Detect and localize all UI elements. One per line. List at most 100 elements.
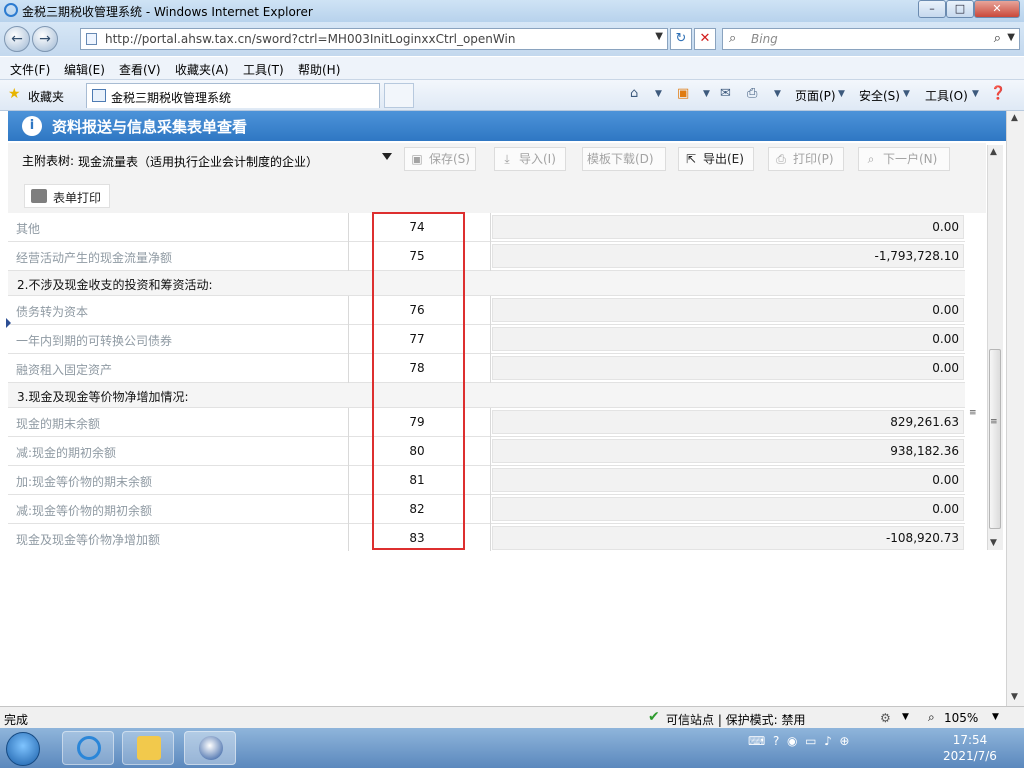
keyboard-icon[interactable]: ⌨ bbox=[748, 734, 765, 748]
amount-field[interactable]: 938,182.36 bbox=[492, 439, 964, 463]
table-scrollbar[interactable]: ▲ ≡ ▼ bbox=[987, 145, 1003, 550]
splitter-arrow-icon[interactable] bbox=[6, 318, 11, 328]
scroll-up-icon[interactable]: ▲ bbox=[1011, 113, 1018, 123]
stop-button[interactable]: ✕ bbox=[694, 28, 716, 50]
save-button[interactable]: ▣ 保存(S) bbox=[404, 147, 476, 171]
star-icon[interactable]: ★ bbox=[8, 86, 21, 102]
taskbar-explorer[interactable] bbox=[122, 731, 174, 765]
form-print-bar: 表单打印 bbox=[8, 181, 986, 213]
amount-field[interactable]: 829,261.63 bbox=[492, 410, 964, 434]
item-name: 其他 bbox=[16, 222, 41, 236]
minimize-button[interactable]: – bbox=[918, 0, 946, 18]
column-divider bbox=[490, 213, 491, 242]
url-field[interactable]: http://portal.ahsw.tax.cn/sword?ctrl=MH0… bbox=[80, 28, 668, 50]
amount-field[interactable]: 0.00 bbox=[492, 298, 964, 322]
form-print-button[interactable]: 表单打印 bbox=[24, 184, 110, 208]
app-icon bbox=[199, 736, 223, 760]
add-icon[interactable]: ⊕ bbox=[839, 734, 849, 748]
favorites-button[interactable]: 收藏夹 bbox=[28, 88, 64, 105]
column-divider bbox=[490, 524, 491, 551]
chevron-down-icon[interactable]: ▼ bbox=[902, 712, 909, 722]
volume-icon[interactable]: ♪ bbox=[824, 734, 832, 748]
table-row: 减:现金等价物的期初余额 82 0.00 bbox=[8, 495, 965, 524]
amount-field[interactable]: 0.00 bbox=[492, 215, 964, 239]
amount-field[interactable]: 0.00 bbox=[492, 497, 964, 521]
next-account-button[interactable]: ⌕ 下一户(N) bbox=[858, 147, 950, 171]
column-divider bbox=[490, 242, 491, 271]
chevron-down-icon[interactable]: ▼ bbox=[655, 89, 662, 99]
template-download-button[interactable]: 模板下载(D) bbox=[582, 147, 666, 171]
chevron-down-icon[interactable]: ▼ bbox=[903, 89, 910, 99]
amount-field[interactable]: 0.00 bbox=[492, 327, 964, 351]
forward-button[interactable]: → bbox=[32, 26, 58, 52]
start-button[interactable] bbox=[6, 732, 40, 766]
help-icon[interactable]: ? bbox=[773, 734, 779, 748]
scroll-down-icon[interactable]: ▼ bbox=[1011, 692, 1018, 702]
scroll-up-icon[interactable]: ▲ bbox=[990, 147, 997, 157]
new-tab-button[interactable] bbox=[384, 83, 414, 108]
chevron-down-icon[interactable]: ▼ bbox=[838, 89, 845, 99]
status-bar: 完成 ✔ 可信站点 | 保护模式: 禁用 ⚙ ▼ ⌕ 105% ▼ bbox=[0, 706, 1024, 729]
info-icon: i bbox=[22, 116, 42, 136]
monitor-icon[interactable]: ▭ bbox=[805, 734, 816, 748]
amount-field[interactable]: -1,793,728.10 bbox=[492, 244, 964, 268]
tab-active[interactable]: 金税三期税收管理系统 bbox=[86, 83, 380, 108]
line-number: 83 bbox=[409, 531, 425, 545]
item-name: 加:现金等价物的期末余额 bbox=[16, 475, 153, 489]
scroll-down-icon[interactable]: ▼ bbox=[990, 538, 997, 548]
scroll-thumb[interactable] bbox=[989, 349, 1001, 529]
window-title-bar: 金税三期税收管理系统 - Windows Internet Explorer –… bbox=[0, 0, 1024, 22]
search-go-icon[interactable]: ⌕ bbox=[994, 31, 1001, 46]
maximize-button[interactable]: □ bbox=[946, 0, 974, 18]
import-button[interactable]: ⤓ 导入(I) bbox=[494, 147, 566, 171]
search-input[interactable]: ⌕ Bing ⌕ ▼ bbox=[722, 28, 1020, 50]
home-icon[interactable]: ⌂ bbox=[630, 86, 638, 101]
network-icon[interactable]: ◉ bbox=[787, 734, 797, 748]
taskbar-ie[interactable] bbox=[62, 731, 114, 765]
chevron-down-icon[interactable]: ▼ bbox=[703, 89, 710, 99]
line-number: 81 bbox=[409, 473, 425, 487]
url-text: http://portal.ahsw.tax.cn/sword?ctrl=MH0… bbox=[105, 32, 516, 46]
menu-help[interactable]: 帮助(H) bbox=[298, 61, 340, 78]
taskbar-app[interactable] bbox=[184, 731, 236, 765]
column-divider bbox=[348, 213, 349, 242]
menu-file[interactable]: 文件(F) bbox=[10, 61, 50, 78]
table-row: 其他 74 0.00 bbox=[8, 213, 965, 242]
page-menu[interactable]: 页面(P) bbox=[795, 87, 836, 104]
amount-field[interactable]: 0.00 bbox=[492, 468, 964, 492]
refresh-button[interactable]: ↻ bbox=[670, 28, 692, 50]
settings-icon[interactable]: ⚙ bbox=[880, 711, 891, 725]
zoom-level[interactable]: 105% bbox=[944, 711, 978, 725]
chevron-down-icon[interactable]: ▼ bbox=[1007, 32, 1015, 43]
chevron-down-icon[interactable] bbox=[382, 153, 392, 160]
clock[interactable]: 17:54 2021/7/6 bbox=[930, 732, 1010, 764]
help-icon[interactable]: ❓ bbox=[990, 86, 1006, 101]
menu-view[interactable]: 查看(V) bbox=[119, 61, 161, 78]
amount-field[interactable]: -108,920.73 bbox=[492, 526, 964, 550]
safety-menu[interactable]: 安全(S) bbox=[859, 87, 900, 104]
print-button[interactable]: ⎙ 打印(P) bbox=[768, 147, 844, 171]
panel-header: i 资料报送与信息采集表单查看 bbox=[8, 111, 1006, 141]
amount-field[interactable]: 0.00 bbox=[492, 356, 964, 380]
section-title: 3.现金及现金等价物净增加情况: bbox=[17, 390, 189, 404]
tools-menu[interactable]: 工具(O) bbox=[925, 87, 968, 104]
security-zone[interactable]: 可信站点 | 保护模式: 禁用 bbox=[666, 711, 806, 728]
chevron-down-icon[interactable]: ▼ bbox=[774, 89, 781, 99]
chevron-down-icon[interactable]: ▼ bbox=[992, 712, 999, 722]
print-icon[interactable]: ⎙ bbox=[747, 86, 757, 101]
mail-icon[interactable]: ✉ bbox=[720, 86, 731, 101]
printer-icon bbox=[31, 189, 47, 203]
rss-icon[interactable]: ▣ bbox=[677, 86, 689, 101]
panel-title: 资料报送与信息采集表单查看 bbox=[52, 118, 248, 136]
back-button[interactable]: ← bbox=[4, 26, 30, 52]
main-table-select[interactable]: 现金流量表（适用执行企业会计制度的企业） bbox=[74, 148, 394, 170]
export-button[interactable]: ⇱ 导出(E) bbox=[678, 147, 754, 171]
menu-favorites[interactable]: 收藏夹(A) bbox=[175, 61, 229, 78]
chevron-down-icon[interactable]: ▼ bbox=[655, 31, 663, 42]
page-scrollbar[interactable]: ▲ ▼ bbox=[1006, 111, 1024, 706]
ie-logo-icon bbox=[4, 3, 18, 17]
close-button[interactable]: ✕ bbox=[974, 0, 1020, 18]
menu-edit[interactable]: 编辑(E) bbox=[64, 61, 105, 78]
menu-tools[interactable]: 工具(T) bbox=[243, 61, 284, 78]
chevron-down-icon[interactable]: ▼ bbox=[972, 89, 979, 99]
